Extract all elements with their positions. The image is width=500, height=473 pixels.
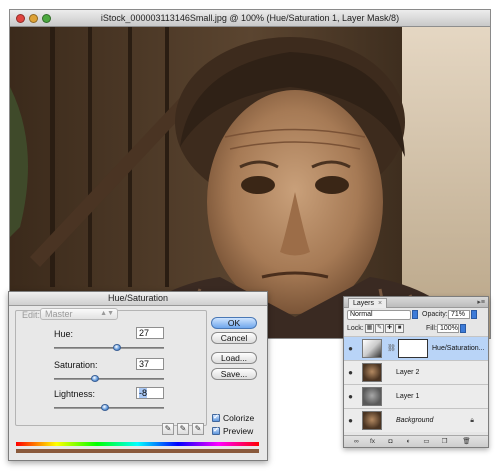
layer-row-layer-2[interactable]: ● Layer 2 <box>344 360 488 384</box>
fx-icon[interactable]: fx <box>368 438 377 446</box>
eyedropper-minus-icon[interactable]: ✎ <box>192 423 204 435</box>
eyedropper-icon[interactable]: ✎ <box>162 423 174 435</box>
load-button[interactable]: Load... <box>211 352 257 364</box>
lightness-label: Lightness: <box>54 389 96 399</box>
colorize-label: Colorize <box>223 413 255 423</box>
lightness-slider-track[interactable] <box>54 407 164 409</box>
ok-button[interactable]: OK <box>211 317 257 329</box>
eye-icon[interactable]: ● <box>346 416 355 425</box>
saturation-label: Saturation: <box>54 360 98 370</box>
document-titlebar: iStock_000003113146Small.jpg @ 100% (Hue… <box>10 10 490 27</box>
cancel-button[interactable]: Cancel <box>211 332 257 344</box>
eye-icon[interactable]: ● <box>346 368 355 377</box>
save-button[interactable]: Save... <box>211 368 257 380</box>
preview-checkbox[interactable]: ✓ <box>212 427 220 435</box>
lock-position-icon[interactable]: ✚ <box>385 324 394 333</box>
blend-mode-select[interactable]: Normal <box>347 310 411 320</box>
lightness-slider-thumb[interactable] <box>100 404 109 411</box>
lock-label: Lock: <box>347 325 364 332</box>
document-window: iStock_000003113146Small.jpg @ 100% (Hue… <box>9 9 491 339</box>
lock-pixels-icon[interactable]: ✎ <box>375 324 384 333</box>
eye-icon[interactable]: ● <box>346 344 355 353</box>
hue-spectrum-bar <box>16 442 259 446</box>
document-title: iStock_000003113146Small.jpg @ 100% (Hue… <box>100 13 400 23</box>
edit-label: Edit: <box>22 310 41 320</box>
edit-select[interactable]: Master ▲▼ <box>40 308 118 320</box>
opacity-arrow-icon[interactable] <box>471 310 477 319</box>
tab-layers-label: Layers <box>353 300 375 307</box>
layer-thumbnail <box>362 387 382 406</box>
hue-saturation-title: Hue/Saturation <box>9 292 267 306</box>
layers-tabbar: Layers × ▸≡ <box>344 297 488 308</box>
layer-row-background[interactable]: ● Background 🔒︎ <box>344 408 488 432</box>
result-spectrum-bar <box>16 449 259 453</box>
hue-slider-track[interactable] <box>54 347 164 349</box>
chevron-updown-icon: ▲▼ <box>100 310 114 317</box>
layers-footer: ∞ fx ◘ ◐ ▭ ❐ 🗑︎ <box>344 435 488 447</box>
fill-label: Fill: <box>426 325 437 332</box>
layer-name: Layer 2 <box>396 369 420 376</box>
new-layer-icon[interactable]: ❐ <box>440 438 449 446</box>
lock-all-icon[interactable]: ■ <box>395 324 404 333</box>
layer-row-layer-1[interactable]: ● Layer 1 <box>344 384 488 408</box>
eye-icon[interactable]: ● <box>346 392 355 401</box>
panel-menu-icon[interactable]: ▸≡ <box>477 298 485 306</box>
group-icon[interactable]: ▭ <box>422 438 431 446</box>
layer-name: Layer 1 <box>396 393 420 400</box>
colorize-checkbox[interactable]: ✓ <box>212 414 220 422</box>
saturation-slider-track[interactable] <box>54 378 164 380</box>
close-icon[interactable]: × <box>378 300 382 307</box>
lightness-input[interactable]: -8 <box>136 387 164 399</box>
saturation-input[interactable]: 37 <box>136 358 164 370</box>
layer-name: Background <box>396 417 434 424</box>
lock-icon: 🔒︎ <box>470 417 474 424</box>
layer-row-hue-saturation[interactable]: ● ⛓ Hue/Saturation... <box>344 336 488 360</box>
trash-icon[interactable]: 🗑︎ <box>462 438 471 446</box>
fill-arrow-icon[interactable] <box>460 324 466 333</box>
adjustment-layer-icon <box>362 339 382 358</box>
layer-name: Hue/Saturation... <box>432 345 485 352</box>
chain-link-icon[interactable]: ⛓ <box>387 344 396 352</box>
blend-mode-arrow-icon[interactable] <box>412 310 418 319</box>
eyedropper-plus-icon[interactable]: ✎ <box>177 423 189 435</box>
mask-icon[interactable]: ◘ <box>386 438 395 446</box>
preview-label: Preview <box>223 426 254 436</box>
hue-input[interactable]: 27 <box>136 327 164 339</box>
layer-mask-thumbnail[interactable] <box>398 339 428 358</box>
layers-panel: Layers × ▸≡ Normal Opacity: 71% Lock: ▦ ✎… <box>343 296 489 448</box>
blend-mode-value: Normal <box>350 311 373 318</box>
opacity-input[interactable]: 71% <box>448 310 470 319</box>
opacity-label: Opacity: <box>422 311 448 318</box>
hue-label: Hue: <box>54 329 74 339</box>
tab-layers[interactable]: Layers × <box>348 298 388 308</box>
lock-transparency-icon[interactable]: ▦ <box>365 324 374 333</box>
layer-thumbnail <box>362 411 382 430</box>
layer-thumbnail <box>362 363 382 382</box>
saturation-slider-thumb[interactable] <box>90 375 99 382</box>
edit-select-value: Master <box>45 309 73 319</box>
adjustment-icon[interactable]: ◐ <box>404 438 413 446</box>
fill-input[interactable]: 100% <box>437 324 459 333</box>
link-icon[interactable]: ∞ <box>352 438 361 446</box>
